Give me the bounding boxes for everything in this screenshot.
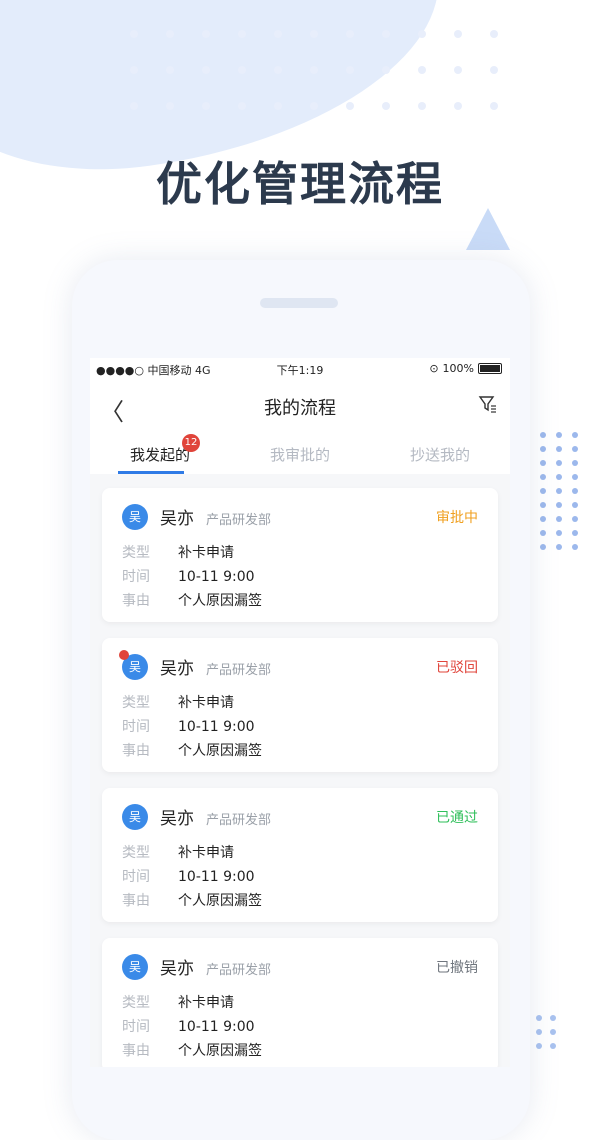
applicant-name: 吴亦 — [160, 659, 194, 679]
type-row: 类型 补卡申请 — [122, 845, 234, 861]
battery-percent: 100% — [442, 362, 474, 375]
page-title: 我的流程 — [264, 398, 336, 419]
applicant-name: 吴亦 — [160, 959, 194, 979]
tab-bar: 我发起的 12 我审批的 抄送我的 — [90, 430, 510, 474]
time-row: 时间 10-11 9:00 — [122, 719, 255, 735]
status-badge: 审批中 — [436, 510, 478, 526]
department: 产品研发部 — [206, 513, 272, 528]
applicant-name: 吴亦 — [160, 809, 194, 829]
status-badge: 已撤销 — [436, 960, 478, 976]
process-card[interactable]: 吴 吴亦 产品研发部 审批中 类型 补卡申请 时间 10-11 9:00 事由 个人原… — [102, 488, 498, 622]
tab-cc[interactable]: 抄送我的 — [370, 430, 510, 474]
type-row: 类型 补卡申请 — [122, 545, 234, 561]
avatar: 吴 — [122, 504, 148, 530]
department: 产品研发部 — [206, 963, 272, 978]
type-row: 类型 补卡申请 — [122, 695, 234, 711]
department: 产品研发部 — [206, 813, 272, 828]
decorative-dots-right — [540, 432, 588, 550]
filter-icon[interactable] — [478, 394, 498, 414]
nav-bar: 〈 我的流程 — [90, 380, 510, 430]
reason-row: 事由 个人原因漏签 — [122, 893, 262, 909]
process-list: 吴 吴亦 产品研发部 审批中 类型 补卡申请 时间 10-11 9:00 事由 个人原… — [90, 474, 510, 1067]
decorative-dots — [130, 30, 526, 110]
unread-badge: 12 — [182, 434, 200, 452]
promo-headline: 优化管理流程 — [156, 157, 444, 211]
lock-rotation-icon: ⊙ — [429, 362, 439, 375]
process-card[interactable]: 吴 吴亦 产品研发部 已撤销 类型 补卡申请 时间 10-11 9:00 事由 个人原… — [102, 938, 498, 1067]
tab-initiated[interactable]: 我发起的 12 — [90, 430, 230, 474]
status-bar: ●●●●○ 中国移动 4G 下午1:19 ⊙ 100% — [90, 358, 510, 380]
department: 产品研发部 — [206, 663, 272, 678]
process-card[interactable]: 吴 吴亦 产品研发部 已驳回 类型 补卡申请 时间 10-11 9:00 事由 个人原… — [102, 638, 498, 772]
unread-dot — [119, 650, 129, 660]
status-badge: 已通过 — [436, 810, 478, 826]
avatar: 吴 — [122, 954, 148, 980]
tab-to-approve[interactable]: 我审批的 — [230, 430, 370, 474]
reason-row: 事由 个人原因漏签 — [122, 1043, 262, 1059]
phone-speaker — [260, 298, 338, 308]
battery-icon — [478, 363, 502, 374]
applicant-name: 吴亦 — [160, 509, 194, 529]
status-badge: 已驳回 — [436, 660, 478, 676]
battery-indicator: ⊙ 100% — [429, 362, 502, 375]
time-row: 时间 10-11 9:00 — [122, 569, 255, 585]
decorative-triangle — [466, 208, 510, 250]
time-row: 时间 10-11 9:00 — [122, 1019, 255, 1035]
time-row: 时间 10-11 9:00 — [122, 869, 255, 885]
reason-row: 事由 个人原因漏签 — [122, 743, 262, 759]
avatar: 吴 — [122, 804, 148, 830]
reason-row: 事由 个人原因漏签 — [122, 593, 262, 609]
process-card[interactable]: 吴 吴亦 产品研发部 已通过 类型 补卡申请 时间 10-11 9:00 事由 个人原… — [102, 788, 498, 922]
phone-screen: ●●●●○ 中国移动 4G 下午1:19 ⊙ 100% 〈 我的流程 我发起的 … — [90, 358, 510, 1067]
type-row: 类型 补卡申请 — [122, 995, 234, 1011]
